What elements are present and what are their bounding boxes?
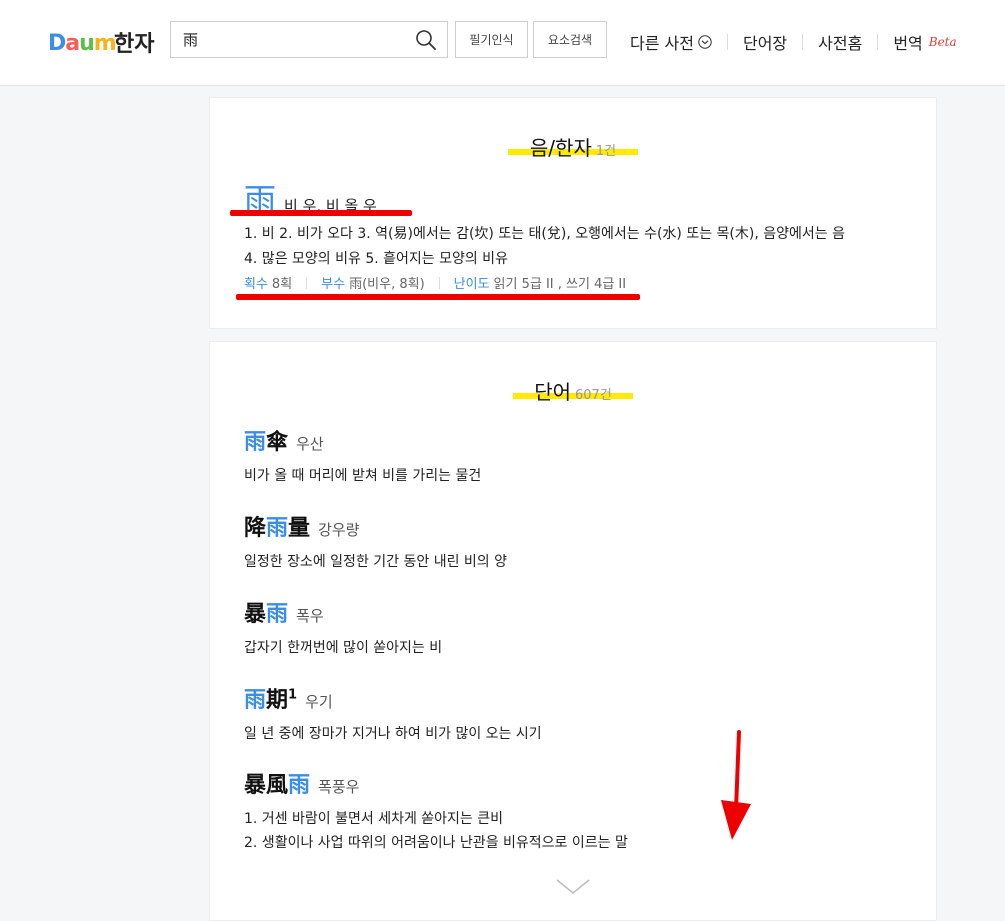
handwriting-button[interactable]: 필기인식 [455,21,528,58]
word-hanja-char: 雨 [244,429,267,455]
word-hanja-char: 傘 [266,429,289,455]
word-reading: 우산 [296,435,324,453]
search-icon[interactable] [415,29,437,51]
nav-divider [726,34,728,50]
chevron-down-circle-icon [698,35,712,49]
word-hanja-link[interactable]: 暴風雨 [244,767,310,799]
word-hanja-char: 量 [288,515,311,541]
word-item: 雨期1 우기일 년 중에 장마가 지거나 하여 비가 많이 오는 시기 [244,682,542,746]
word-hanja-link[interactable]: 雨期1 [244,682,297,714]
service-name[interactable]: 한자 [114,26,154,58]
word-hanja-char: 暴 [244,601,267,627]
word-hanja-char: 雨 [288,772,311,798]
arrow-down-icon [721,730,751,840]
word-definition: 2. 생활이나 사업 따위의 어려움이나 난관을 비유적으로 이르는 말 [244,835,628,851]
logo-letter: m [93,30,117,56]
word-hanja-char: 降 [244,515,267,541]
logo-letter: D [48,30,66,56]
annotation-underline [230,210,412,216]
section-title-text: 음/한자 [529,136,592,160]
hanja-meaning-line2: 4. 많은 모양의 비유 5. 흩어지는 모양의 비유 [244,251,508,267]
meta-divider [306,276,308,289]
word-item: 雨傘 우산비가 올 때 머리에 받쳐 비를 가리는 물건 [244,424,481,488]
word-head: 暴雨 폭우 [244,596,442,628]
word-hanja-link[interactable]: 暴雨 [244,596,288,628]
hanja-section-title: 음/한자 1건 [210,132,936,161]
word-head: 雨期1 우기 [244,682,542,714]
level-value: 읽기 5급 II , 쓰기 4급 II [493,277,627,292]
word-hanja-char: 風 [266,772,289,798]
nav-divider [877,34,879,50]
section-title-text: 단어 [534,380,572,404]
nav-translate-label: 번역 [893,34,923,53]
word-definition: 갑자기 한꺼번에 많이 쏟아지는 비 [244,640,443,656]
word-item: 暴風雨 폭풍우 1. 거센 바람이 불면서 세차게 쏟아지는 큰비 2. 생활이나 사… [244,767,628,855]
word-hanja-link[interactable]: 降雨量 [244,510,310,542]
word-reading: 우기 [305,693,333,711]
radical-value[interactable]: 雨(비우, 8획) [349,273,425,292]
nav-dict-home[interactable]: 사전홈 [818,30,862,54]
homonym-number: 1 [288,687,298,703]
result-count: 607건 [575,388,612,403]
word-item: 暴雨 폭우갑자기 한꺼번에 많이 쏟아지는 비 [244,596,442,660]
word-result-card: 단어 607건 雨傘 우산 비가 올 때 머리에 받쳐 비를 가리는 물건 降雨量 강우량… [209,341,937,921]
word-hanja-char: 暴 [244,772,267,798]
logo-letter: u [79,30,95,56]
top-nav: 다른 사전 단어장 사전홈 번역 Beta [630,30,957,54]
word-definition: 일 년 중에 장마가 지거나 하여 비가 많이 오는 시기 [244,726,542,742]
search-input[interactable] [171,22,425,57]
word-hanja-char: 雨 [244,687,267,713]
word-definition: 비가 올 때 머리에 받쳐 비를 가리는 물건 [244,468,482,484]
word-hanja-char: 雨 [266,515,289,541]
nav-translate[interactable]: 번역 Beta [893,30,956,54]
strokes-value: 8획 [271,277,293,292]
strokes-label: 획수 [244,277,268,292]
word-head: 降雨量 강우량 [244,510,507,542]
word-head: 暴風雨 폭풍우 [244,767,628,799]
hanja-result-card: 음/한자 1건 雨 비 우, 비 올 우 1. 비 2. 비가 오다 3. 역(易… [209,97,937,329]
nav-wordbook[interactable]: 단어장 [743,30,787,54]
word-definition: 1. 거센 바람이 불면서 세차게 쏟아지는 큰비 [244,811,504,827]
beta-badge: Beta [928,35,957,49]
chevron-down-icon[interactable] [555,877,591,897]
word-reading: 폭우 [296,607,324,625]
logo-letter: a [65,30,80,56]
hanja-meaning-line1: 1. 비 2. 비가 오다 3. 역(易)에서는 감(坎) 또는 태(兌), 오… [244,226,845,242]
element-search-button[interactable]: 요소검색 [533,21,607,58]
word-definition: 일정한 장소에 일정한 기간 동안 내린 비의 양 [244,554,507,570]
word-item: 降雨量 강우량일정한 장소에 일정한 기간 동안 내린 비의 양 [244,510,507,574]
search-box [170,21,448,58]
radical-label: 부수 [321,277,346,292]
header: Daum 한자 필기인식 요소검색 다른 사전 단어장 사전홈 번역 Beta [0,0,1005,86]
word-section-title: 단어 607건 [210,376,936,405]
meta-divider [438,276,440,289]
word-hanja-char: 期 [266,687,289,713]
word-reading: 강우량 [318,521,360,539]
hanja-meta: 획수 8획 부수 雨(비우, 8획) 난이도 읽기 5급 II , 쓰기 4급 … [244,273,626,292]
nav-other-dict-label: 다른 사전 [630,34,694,53]
nav-other-dict[interactable]: 다른 사전 [630,30,712,54]
result-count: 1건 [595,144,617,159]
level-label: 난이도 [453,277,490,292]
daum-logo[interactable]: Daum [48,28,117,58]
word-hanja-link[interactable]: 雨傘 [244,424,288,456]
annotation-underline [236,294,640,300]
nav-divider [802,34,804,50]
word-reading: 폭풍우 [318,778,360,796]
word-hanja-char: 雨 [266,601,289,627]
word-head: 雨傘 우산 [244,424,481,456]
